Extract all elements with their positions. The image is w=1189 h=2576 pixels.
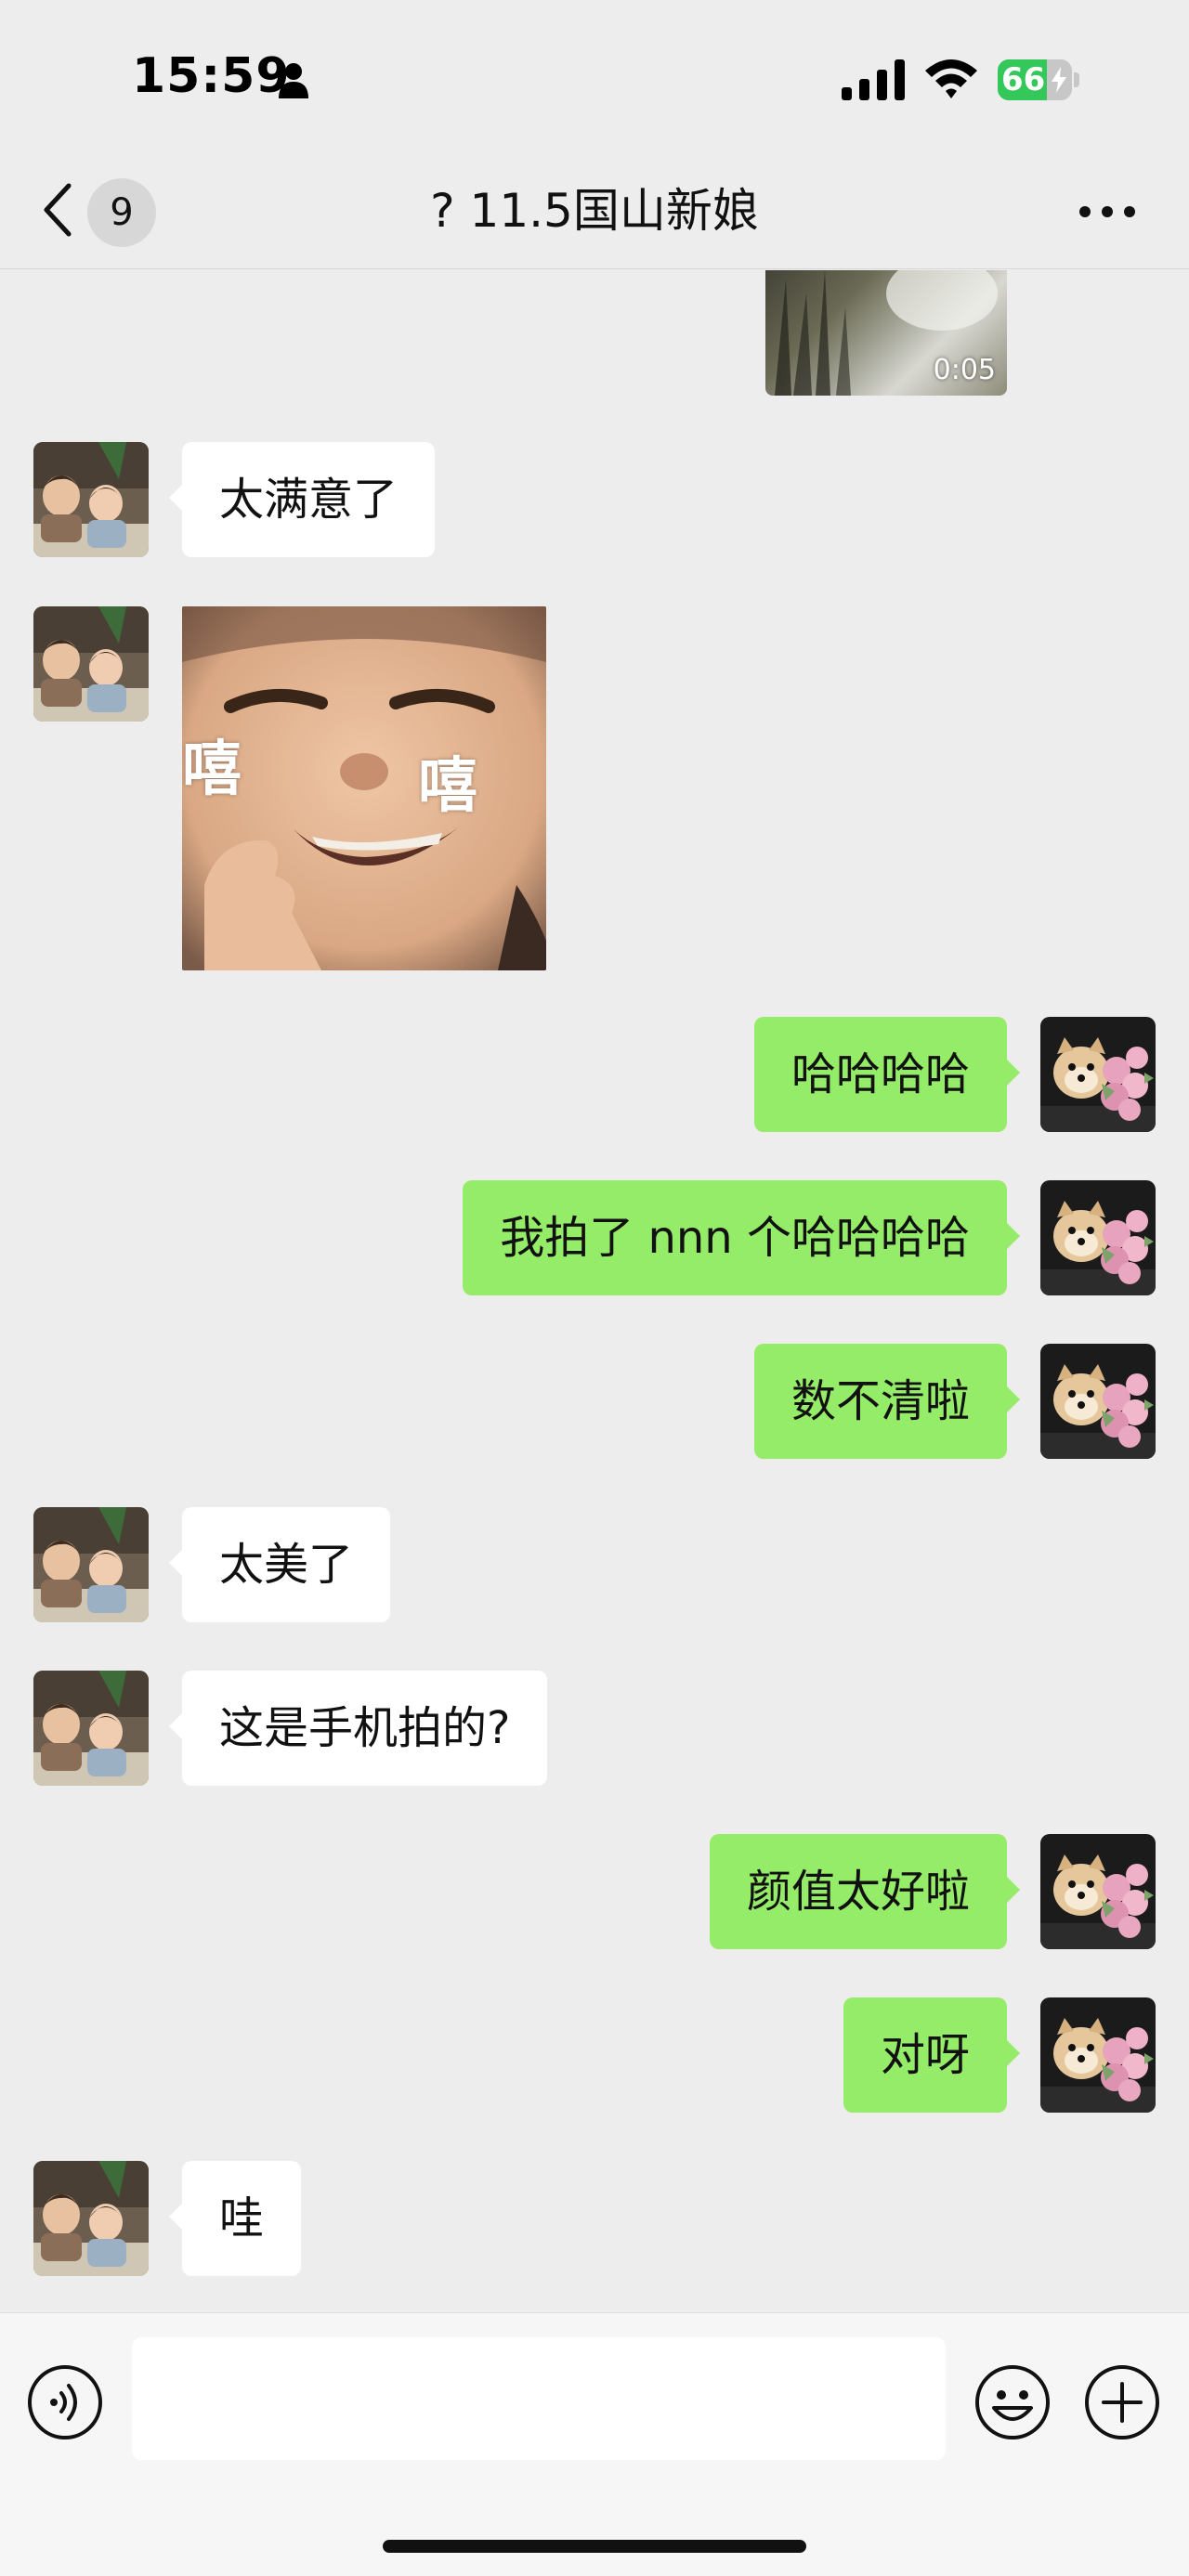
- video-duration: 0:05: [933, 354, 996, 386]
- incoming-message-bubble[interactable]: 太美了: [168, 1507, 391, 1622]
- contact-avatar[interactable]: [33, 1671, 149, 1786]
- charging-bolt-icon: [1052, 67, 1066, 93]
- voice-icon[interactable]: [26, 2363, 104, 2441]
- sticker-caption-right: 嘻: [418, 752, 477, 821]
- battery-level: 66: [1001, 61, 1046, 98]
- status-time: 15:59: [132, 48, 291, 104]
- incoming-message-bubble[interactable]: 这是手机拍的?: [168, 1671, 548, 1786]
- message-input[interactable]: [132, 2337, 946, 2460]
- sticker-message[interactable]: 嘻 嘻: [182, 606, 546, 970]
- incoming-message-bubble[interactable]: 太满意了: [168, 442, 436, 557]
- outgoing-message-bubble[interactable]: 哈哈哈哈: [753, 1017, 1021, 1132]
- battery-icon: 66: [998, 59, 1079, 100]
- my-avatar[interactable]: [1040, 1834, 1156, 1949]
- my-avatar[interactable]: [1040, 1997, 1156, 2113]
- status-bar: 15:59 66: [0, 0, 1189, 158]
- my-avatar[interactable]: [1040, 1344, 1156, 1459]
- outgoing-message-bubble[interactable]: 数不清啦: [753, 1344, 1021, 1459]
- outgoing-message-bubble[interactable]: 我拍了 nnn 个哈哈哈哈: [463, 1180, 1020, 1295]
- my-avatar[interactable]: [1040, 1180, 1156, 1295]
- outgoing-message-bubble[interactable]: 对呀: [843, 1997, 1021, 2113]
- wifi-icon: [925, 59, 977, 98]
- contact-avatar[interactable]: [33, 442, 149, 557]
- message-list[interactable]: 0:05 太满意了 嘻 嘻 哈哈哈哈 我拍了 nnn 个哈哈哈哈 数不清啦 太美…: [0, 270, 1189, 2311]
- sticker-caption-left: 嘻: [182, 735, 242, 804]
- home-indicator[interactable]: [383, 2540, 806, 2553]
- incoming-message-bubble[interactable]: 哇: [168, 2161, 302, 2276]
- more-dots-icon[interactable]: [1078, 201, 1137, 223]
- input-bar: [0, 2312, 1189, 2576]
- person-icon: [279, 63, 308, 98]
- contact-avatar[interactable]: [33, 606, 149, 722]
- signal-icon: [842, 59, 905, 100]
- emoji-icon[interactable]: [973, 2363, 1052, 2441]
- chat-title: ? 11.5国山新娘: [430, 184, 759, 238]
- video-message[interactable]: 0:05: [765, 270, 1007, 396]
- chat-header: 9 ? 11.5国山新娘: [0, 158, 1189, 269]
- outgoing-message-bubble[interactable]: 颜值太好啦: [709, 1834, 1021, 1949]
- my-avatar[interactable]: [1040, 1017, 1156, 1132]
- contact-avatar[interactable]: [33, 1507, 149, 1622]
- contact-avatar[interactable]: [33, 2161, 149, 2276]
- plus-icon[interactable]: [1083, 2363, 1161, 2441]
